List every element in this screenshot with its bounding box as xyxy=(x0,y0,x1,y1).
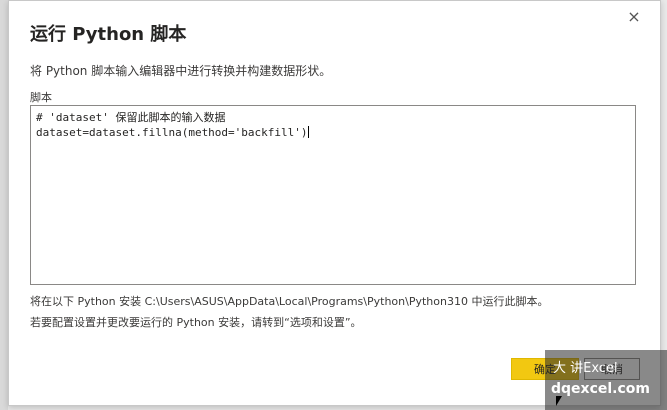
code-line-text: dataset=dataset.fillna(method='backfill'… xyxy=(36,126,308,139)
text-caret xyxy=(307,126,309,138)
mouse-pointer-icon xyxy=(556,396,562,406)
close-icon[interactable]: × xyxy=(624,7,644,27)
options-settings-note: 若要配置设置并更改要运行的 Python 安装，请转到“选项和设置”。 xyxy=(30,316,362,329)
script-editor[interactable]: # 'dataset' 保留此脚本的输入数据 dataset=dataset.f… xyxy=(30,105,636,285)
script-label: 脚本 xyxy=(30,91,52,104)
cancel-button[interactable]: 取消 xyxy=(584,358,640,380)
code-line-fillna: dataset=dataset.fillna(method='backfill'… xyxy=(36,125,630,140)
run-python-script-dialog: × 运行 Python 脚本 将 Python 脚本输入编辑器中进行转换并构建数… xyxy=(8,0,661,406)
background-window-edge xyxy=(0,0,8,410)
code-line-comment: # 'dataset' 保留此脚本的输入数据 xyxy=(36,111,226,124)
dialog-title: 运行 Python 脚本 xyxy=(30,24,187,45)
dialog-subtitle: 将 Python 脚本输入编辑器中进行转换并构建数据形状。 xyxy=(30,64,332,78)
ok-button[interactable]: 确定 xyxy=(511,358,579,380)
python-install-note: 将在以下 Python 安装 C:\Users\ASUS\AppData\Loc… xyxy=(30,295,549,308)
